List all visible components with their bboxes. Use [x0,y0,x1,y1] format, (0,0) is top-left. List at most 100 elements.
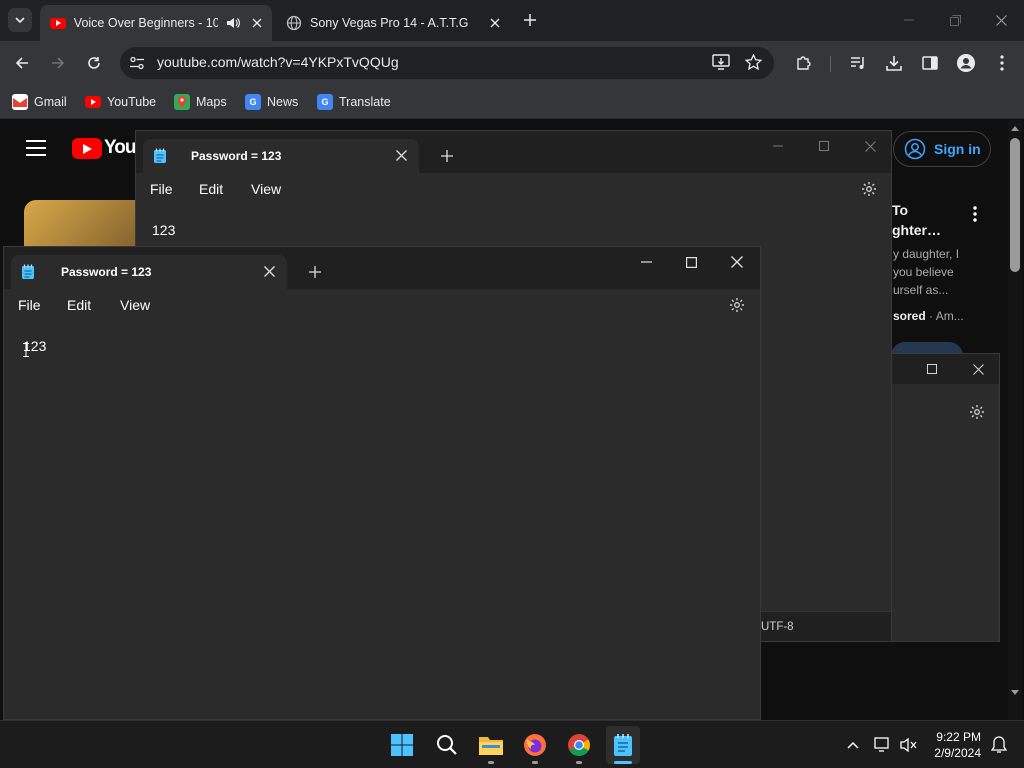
notepad-tab[interactable]: Password = 123 [11,255,287,289]
back-button[interactable] [9,50,35,76]
text-cursor-icon [23,343,29,357]
close-button[interactable] [856,134,884,158]
chrome-button[interactable] [564,730,594,760]
media-controls-button[interactable] [845,50,871,76]
notepad-icon [154,148,166,163]
bell-icon [991,736,1007,753]
scroll-down-arrow-icon[interactable] [1011,690,1019,695]
account-circle-icon [904,138,926,160]
running-indicator [488,761,494,764]
restore-icon [949,14,961,26]
search-button[interactable] [432,730,462,760]
globe-icon [286,15,302,31]
tab-close-icon[interactable] [264,266,275,277]
tab-sony-vegas[interactable]: Sony Vegas Pro 14 - A.T.T.G [276,5,510,41]
bookmark-translate[interactable]: G Translate [317,92,391,112]
news-icon: G [245,94,261,110]
sponsor-name: · Am... [925,309,964,323]
maximize-button[interactable] [918,357,946,381]
chrome-menu-button[interactable] [989,50,1015,76]
new-tab-button[interactable] [433,144,461,168]
address-text[interactable]: youtube.com/watch?v=4YKPxTvQQUg [157,54,399,70]
minimize-icon [773,145,783,147]
file-explorer-button[interactable] [476,730,506,760]
new-tab-button[interactable] [301,260,329,284]
tab-search-button[interactable] [8,8,32,32]
sponsored-label: sored [893,309,926,323]
minimize-button[interactable] [764,134,792,158]
firefox-button[interactable] [520,730,550,760]
gmail-icon [12,94,28,110]
tab-close-icon[interactable] [252,18,262,28]
menu-file[interactable]: File [18,297,41,313]
side-panel-icon [922,56,938,70]
volume-muted-icon [900,737,917,753]
bookmark-maps[interactable]: Maps [174,92,227,112]
tab-voice-over[interactable]: Voice Over Beginners - 10 S [40,5,272,41]
site-info-icon[interactable] [129,55,145,71]
notepad-text-area[interactable]: 123 [152,222,175,238]
minimize-button[interactable] [897,8,921,32]
sign-in-button[interactable]: Sign in [893,131,991,167]
bookmark-label: News [267,95,299,109]
menu-view[interactable]: View [120,297,150,313]
ad-title-line-2[interactable]: ghter… [892,222,941,238]
encoding-label[interactable]: UTF-8 [761,621,794,633]
maximize-button[interactable] [810,134,838,158]
running-indicator [576,761,582,764]
settings-gear-icon[interactable] [855,177,883,201]
bookmark-label: Maps [196,95,227,109]
hamburger-menu-icon[interactable] [26,140,46,156]
forward-button[interactable] [45,50,71,76]
close-button[interactable] [989,8,1013,32]
volume-button[interactable] [894,730,924,760]
profile-button[interactable] [953,50,979,76]
menu-edit[interactable]: Edit [199,181,223,197]
menu-view[interactable]: View [251,181,281,197]
chevron-down-icon [15,17,25,23]
notifications-button[interactable] [984,730,1014,760]
close-button[interactable] [964,357,992,381]
bookmark-star-icon[interactable] [745,54,762,71]
speaker-icon[interactable] [226,17,240,29]
new-tab-button[interactable] [518,8,542,32]
extensions-button[interactable] [791,50,817,76]
restore-button[interactable] [943,8,967,32]
notepad-taskbar-button[interactable] [606,726,640,764]
show-hidden-icons-button[interactable] [838,730,868,760]
minimize-button[interactable] [632,250,660,274]
settings-gear-icon[interactable] [723,293,751,317]
notepad-menubar: File Edit View [4,289,760,321]
menu-edit[interactable]: Edit [67,297,91,313]
close-button[interactable] [723,250,751,274]
tab-close-icon[interactable] [490,18,500,28]
address-bar[interactable]: youtube.com/watch?v=4YKPxTvQQUg [120,47,774,79]
tab-title: Sony Vegas Pro 14 - A.T.T.G [310,16,469,30]
downloads-button[interactable] [881,50,907,76]
ad-description-line-3: urself as... [893,283,949,297]
ad-title-line-1[interactable]: To [892,202,908,218]
notepad-tab[interactable]: Password = 123 [143,139,419,173]
system-clock[interactable]: 9:22 PM 2/9/2024 [934,729,981,761]
settings-gear-icon[interactable] [963,400,991,424]
youtube-logo-icon[interactable] [72,138,102,159]
side-panel-button[interactable] [917,50,943,76]
bookmark-gmail[interactable]: Gmail [12,92,67,112]
bookmark-news[interactable]: G News [245,92,298,112]
browser-toolbar: youtube.com/watch?v=4YKPxTvQQUg [0,41,1024,85]
close-icon [972,363,984,375]
start-button[interactable] [387,730,417,760]
close-icon [995,14,1007,26]
puzzle-icon [797,56,811,70]
ad-description-line-2: you believe [893,265,954,279]
scrollbar-thumb[interactable] [1010,138,1020,272]
ad-description-line-1: y daughter, I [893,247,960,261]
tab-close-icon[interactable] [396,150,407,161]
scroll-up-arrow-icon[interactable] [1011,126,1019,131]
maximize-button[interactable] [677,250,705,274]
install-app-icon[interactable] [712,54,730,71]
bookmark-youtube[interactable]: YouTube [85,92,156,112]
more-vertical-icon[interactable] [972,206,978,222]
menu-file[interactable]: File [150,181,173,197]
reload-button[interactable] [81,50,107,76]
